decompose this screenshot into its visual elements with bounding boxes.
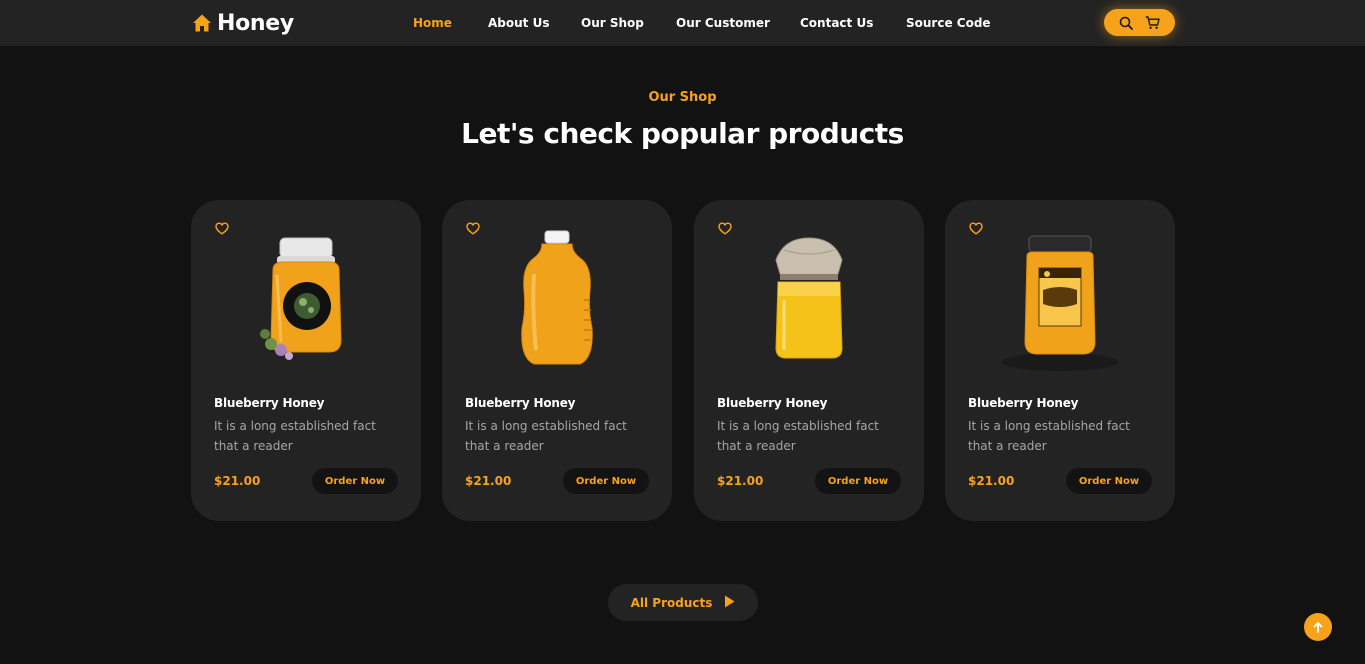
- logo[interactable]: Honey: [192, 9, 294, 37]
- product-name: Blueberry Honey: [465, 396, 576, 410]
- all-products-label: All Products: [630, 595, 713, 610]
- product-name: Blueberry Honey: [968, 396, 1079, 410]
- product-description: It is a long established fact that a rea…: [968, 419, 1130, 453]
- product-name: Blueberry Honey: [717, 396, 828, 410]
- honey-jar-cloth-icon: [754, 230, 864, 374]
- all-products-button[interactable]: All Products: [608, 584, 758, 621]
- navbar: Honey Home About Us Our Shop Our Custome…: [0, 0, 1365, 46]
- honey-bottle-icon: [502, 230, 612, 374]
- section-eyebrow: Our Shop: [648, 90, 717, 105]
- product-card: Blueberry Honey It is a long established…: [694, 200, 924, 521]
- product-price: $21.00: [214, 474, 261, 488]
- logo-text: Honey: [217, 10, 294, 36]
- product-price: $21.00: [465, 474, 512, 488]
- main-nav: Home About Us Our Shop Our Customer Cont…: [413, 0, 991, 46]
- home-icon: [192, 13, 212, 33]
- nav-link-contact-us[interactable]: Contact Us: [800, 16, 906, 30]
- section-title: Let's check popular products: [461, 117, 904, 150]
- order-now-button[interactable]: Order Now: [312, 468, 398, 494]
- product-price: $21.00: [968, 474, 1015, 488]
- nav-link-home[interactable]: Home: [413, 16, 488, 30]
- heart-icon[interactable]: [466, 220, 480, 239]
- scroll-to-top-button[interactable]: [1304, 613, 1332, 641]
- heart-icon[interactable]: [215, 220, 229, 239]
- product-card: Blueberry Honey It is a long established…: [442, 200, 672, 521]
- cart-icon[interactable]: [1145, 15, 1160, 30]
- product-description: It is a long established fact that a rea…: [214, 419, 376, 453]
- product-price: $21.00: [717, 474, 764, 488]
- honey-jar-label-icon: [251, 230, 361, 374]
- honey-jar-bee-label-icon: [995, 230, 1125, 379]
- arrow-up-icon: [1313, 618, 1323, 637]
- nav-actions: [1104, 9, 1175, 36]
- product-description: It is a long established fact that a rea…: [717, 419, 879, 453]
- heart-icon[interactable]: [718, 220, 732, 239]
- product-name: Blueberry Honey: [214, 396, 325, 410]
- play-icon: [724, 595, 735, 611]
- product-card: Blueberry Honey It is a long established…: [191, 200, 421, 521]
- order-now-button[interactable]: Order Now: [563, 468, 649, 494]
- nav-link-about-us[interactable]: About Us: [488, 16, 581, 30]
- nav-link-our-shop[interactable]: Our Shop: [581, 16, 676, 30]
- order-now-button[interactable]: Order Now: [815, 468, 901, 494]
- search-icon[interactable]: [1119, 16, 1133, 30]
- product-card: Blueberry Honey It is a long established…: [945, 200, 1175, 521]
- order-now-button[interactable]: Order Now: [1066, 468, 1152, 494]
- nav-link-our-customer[interactable]: Our Customer: [676, 16, 800, 30]
- product-description: It is a long established fact that a rea…: [465, 419, 627, 453]
- nav-link-source-code[interactable]: Source Code: [906, 16, 991, 30]
- heart-icon[interactable]: [969, 220, 983, 239]
